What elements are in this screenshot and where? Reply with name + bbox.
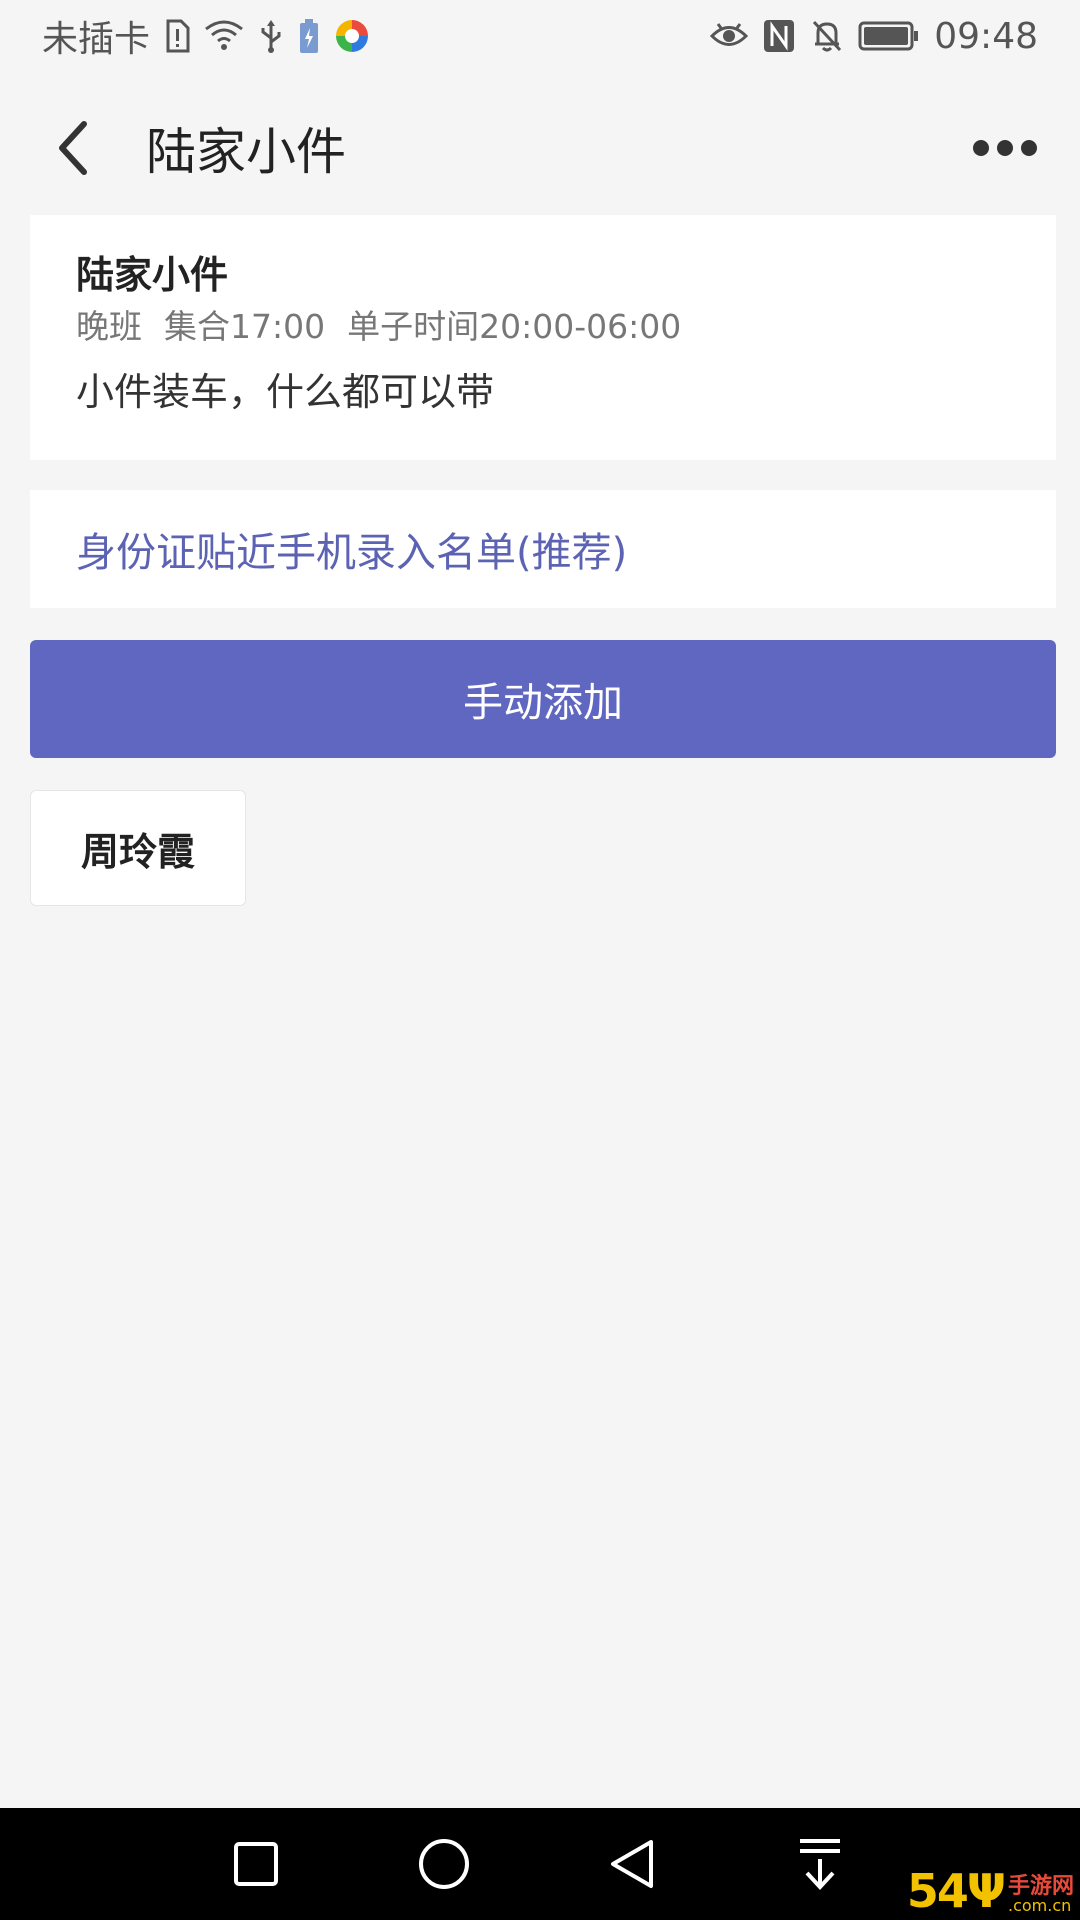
work-time: 单子时间20:00-06:00 [347,307,682,346]
nav-home-button[interactable] [384,1808,504,1920]
watermark: 54Ψ 手游网 .com.cn [907,1868,1074,1914]
nav-notifications-button[interactable] [760,1808,880,1920]
id-card-entry-button[interactable]: 身份证贴近手机录入名单(推荐) [30,490,1056,608]
job-info-card: 陆家小件 晚班 集合17:00 单子时间20:00-06:00 小件装车，什么都… [30,215,1056,460]
top-app-bar: 陆家小件 [0,88,1080,208]
shift-label: 晚班 [76,307,142,346]
manual-add-button[interactable]: 手动添加 [30,640,1056,758]
sim-alert-icon [164,19,190,53]
more-options-button[interactable] [958,108,1038,188]
system-navigation-bar: 54Ψ 手游网 .com.cn [0,1808,1080,1920]
clock: 09:48 [934,15,1038,57]
chevron-left-icon [59,121,87,175]
app-logo-icon [334,18,370,54]
watermark-domain: .com.cn [1007,1896,1072,1915]
mute-bell-icon [810,18,844,54]
job-description: 小件装车，什么都可以带 [76,370,495,414]
status-left: 未插卡 [42,10,370,62]
app-screen: 未插卡 09:48 陆家小件 陆家小件 晚班 集合17:00 单子时间20:00… [0,0,1080,1920]
watermark-site-name: 手游网 [1007,1874,1074,1899]
nfc-icon [762,18,796,54]
battery-icon [858,20,920,52]
battery-charging-icon [298,18,320,54]
carrier-label: 未插卡 [42,19,151,60]
status-bar: 未插卡 09:48 [0,0,1080,72]
usb-icon [258,18,284,54]
person-chip[interactable]: 周玲霞 [30,790,246,906]
gather-time: 集合17:00 [164,307,326,346]
circle-icon [419,1839,469,1889]
pull-down-icon [800,1839,840,1890]
watermark-logo: 54Ψ [906,1864,1006,1918]
person-name: 周玲霞 [80,829,195,874]
page-title: 陆家小件 [146,123,346,181]
more-dots-icon [973,140,1037,156]
job-title: 陆家小件 [76,253,229,297]
eye-icon [710,21,749,51]
watermark-text: 手游网 .com.cn [1008,1876,1074,1914]
job-meta: 晚班 集合17:00 单子时间20:00-06:00 [76,305,1010,349]
back-button[interactable] [42,108,102,188]
square-icon [234,1842,278,1886]
id-card-entry-label: 身份证贴近手机录入名单(推荐) [76,530,628,576]
nav-back-button[interactable] [572,1808,692,1920]
wifi-icon [204,19,244,53]
triangle-back-icon [611,1840,653,1888]
nav-recent-button[interactable] [196,1808,316,1920]
status-right: 09:48 [710,16,1038,57]
